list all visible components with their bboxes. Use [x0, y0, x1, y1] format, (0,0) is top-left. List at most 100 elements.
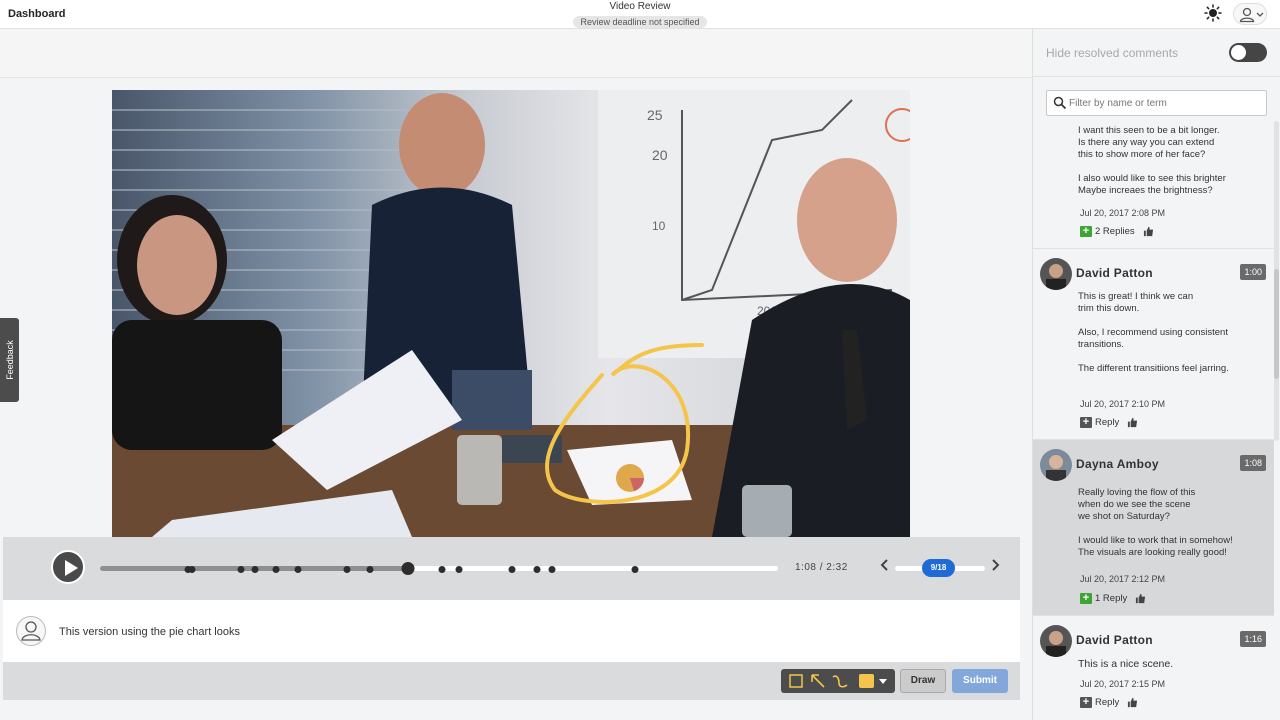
- content-header-band: [0, 29, 1032, 78]
- search-icon: [1053, 96, 1067, 110]
- plus-icon: +: [1080, 593, 1092, 604]
- plus-icon: +: [1080, 417, 1092, 428]
- hide-resolved-toggle[interactable]: [1229, 43, 1267, 62]
- comment-text: I want this seen to be a bit longer. Is …: [1078, 125, 1226, 196]
- water-glass: [742, 485, 792, 537]
- thumbs-up-icon[interactable]: [1127, 417, 1138, 428]
- comment-card[interactable]: Dayna Amboy 1:08 Really loving the flow …: [1033, 440, 1274, 616]
- plus-icon: +: [1080, 226, 1092, 237]
- person-standing-man: [399, 93, 485, 197]
- panel-scrollbar-thumb[interactable]: [1274, 269, 1279, 379]
- feedback-label: Feedback: [4, 340, 15, 380]
- timestamp-badge[interactable]: 1:08: [1240, 455, 1266, 471]
- comment-marker[interactable]: [455, 566, 463, 573]
- comment-author: Dayna Amboy: [1076, 457, 1159, 471]
- avatar: [1040, 625, 1072, 657]
- freehand-tool-button[interactable]: [829, 671, 851, 691]
- app-header: Dashboard Video Review Review deadline n…: [0, 0, 1280, 29]
- rectangle-icon: [789, 674, 803, 688]
- avatar-photo: [1040, 449, 1072, 481]
- replies-button[interactable]: + 1 Reply: [1080, 593, 1146, 604]
- thumbs-up-icon[interactable]: [1135, 593, 1146, 604]
- drawing-tools: [781, 669, 895, 693]
- video-scene: 25 20 10 2010: [112, 90, 910, 537]
- player-controls: 1:08 / 2:32 9/18: [3, 537, 1020, 600]
- rectangle-tool-button[interactable]: [785, 671, 807, 691]
- chevron-left-icon: [880, 559, 888, 571]
- comment-card[interactable]: David Patton 1:16 This is a nice scene. …: [1033, 616, 1274, 720]
- color-swatch-icon: [859, 674, 887, 688]
- comment-composer: This version using the pie chart looks: [3, 600, 1020, 662]
- comment-date: Jul 20, 2017 2:12 PM: [1080, 574, 1166, 584]
- avatar-photo: [1040, 625, 1072, 657]
- hide-resolved-label: Hide resolved comments: [1046, 46, 1179, 60]
- comment-author: David Patton: [1076, 633, 1153, 647]
- title-block: Video Review Review deadline not specifi…: [0, 0, 1280, 30]
- comments-panel: Hide resolved comments I want this seen …: [1032, 29, 1280, 720]
- filter-box: [1046, 90, 1267, 116]
- arrow-tool-button[interactable]: [807, 671, 829, 691]
- comment-card[interactable]: David Patton 1:00 This is great! I think…: [1033, 249, 1274, 440]
- comment-marker[interactable]: [294, 566, 302, 573]
- comment-counter: 9/18: [922, 559, 955, 577]
- reply-label: 2 Replies: [1095, 226, 1135, 237]
- reply-button[interactable]: + Reply: [1080, 417, 1138, 428]
- draw-button[interactable]: Draw: [900, 669, 946, 693]
- account-menu[interactable]: [1233, 3, 1267, 25]
- comment-marker[interactable]: [508, 566, 516, 573]
- thumbs-up-icon[interactable]: [1143, 226, 1154, 237]
- comment-text: Really loving the flow of this when do w…: [1078, 487, 1233, 558]
- deadline-badge: Review deadline not specified: [573, 16, 707, 28]
- comment-text: This is a nice scene.: [1078, 658, 1174, 670]
- reply-button[interactable]: + Reply: [1080, 697, 1138, 708]
- next-comment-button[interactable]: [991, 558, 1001, 575]
- submit-button[interactable]: Submit: [952, 669, 1008, 693]
- avatar-photo: [1040, 258, 1072, 290]
- comment-marker[interactable]: [251, 566, 259, 573]
- color-picker[interactable]: [855, 671, 893, 691]
- feedback-tab[interactable]: Feedback: [0, 318, 19, 402]
- person-seated-man: [797, 158, 897, 282]
- comment-marker[interactable]: [272, 566, 280, 573]
- comment-marker[interactable]: [631, 566, 639, 573]
- replies-button[interactable]: + 2 Replies: [1080, 226, 1154, 237]
- comment-date: Jul 20, 2017 2:15 PM: [1080, 679, 1166, 689]
- arrow-icon: [811, 674, 825, 688]
- play-button[interactable]: [51, 550, 85, 584]
- filter-input[interactable]: [1069, 92, 1263, 114]
- comment-marker[interactable]: [533, 566, 541, 573]
- timeline-playhead[interactable]: [401, 562, 415, 575]
- comment-marker[interactable]: [438, 566, 446, 573]
- comment-card[interactable]: I want this seen to be a bit longer. Is …: [1033, 121, 1274, 249]
- comment-date: Jul 20, 2017 2:08 PM: [1080, 208, 1166, 218]
- video-frame[interactable]: 25 20 10 2010: [112, 90, 910, 537]
- comment-text: This is great! I think we can trim this …: [1078, 291, 1229, 374]
- comment-marker[interactable]: [366, 566, 374, 573]
- comment-marker[interactable]: [343, 566, 351, 573]
- user-icon: [21, 621, 41, 641]
- reply-label: Reply: [1095, 417, 1120, 428]
- timestamp-badge[interactable]: 1:16: [1240, 631, 1266, 647]
- whiteboard-text: 25: [647, 107, 663, 123]
- previous-comment-button[interactable]: [879, 558, 889, 575]
- comment-input[interactable]: This version using the pie chart looks: [59, 626, 240, 638]
- resolved-filter-bar: Hide resolved comments: [1033, 29, 1280, 77]
- page-title: Video Review: [609, 1, 671, 12]
- comment-author: David Patton: [1076, 266, 1153, 280]
- timestamp-badge[interactable]: 1:00: [1240, 264, 1266, 280]
- drawing-toolbar: Draw Submit: [3, 662, 1020, 700]
- freehand-icon: [832, 675, 848, 688]
- chevron-right-icon: [992, 559, 1000, 571]
- reply-label: 1 Reply: [1095, 593, 1128, 604]
- whiteboard-text: 10: [652, 219, 666, 233]
- avatar: [1040, 449, 1072, 481]
- brightness-icon[interactable]: [1204, 4, 1222, 22]
- comment-marker[interactable]: [548, 566, 556, 573]
- whiteboard-text: 20: [652, 147, 668, 163]
- reply-label: Reply: [1095, 697, 1120, 708]
- plus-icon: +: [1080, 697, 1092, 708]
- avatar: [1040, 258, 1072, 290]
- comment-marker[interactable]: [237, 566, 245, 573]
- thumbs-up-icon[interactable]: [1127, 697, 1138, 708]
- comment-marker[interactable]: [188, 566, 196, 573]
